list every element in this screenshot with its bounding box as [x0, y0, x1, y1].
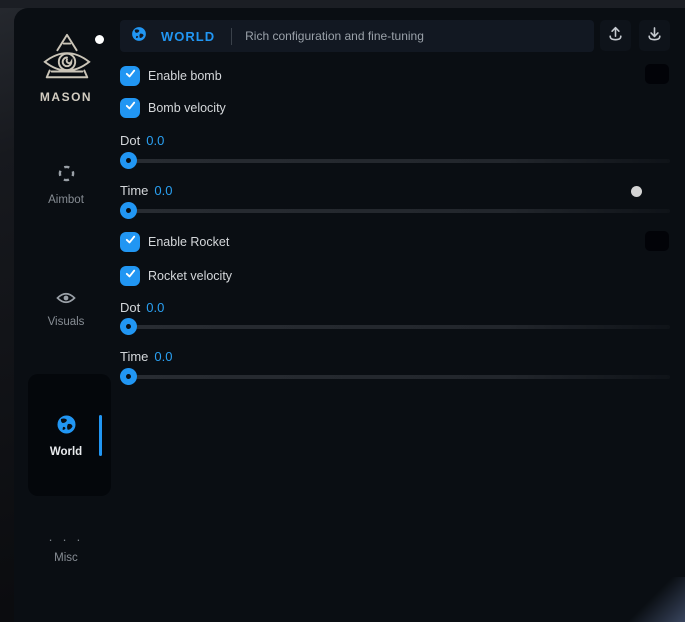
time-slider[interactable] — [120, 209, 670, 213]
mason-logo — [38, 32, 96, 89]
slider-value: 0.0 — [154, 349, 172, 364]
globe-icon — [131, 26, 147, 47]
checkbox-label: Bomb velocity — [148, 98, 226, 118]
menu-cursor-dot — [95, 35, 104, 44]
header-divider — [231, 28, 232, 45]
check-icon — [124, 67, 137, 85]
slider-label: Time 0.0 — [120, 349, 172, 364]
sidebar-item-label: Misc — [54, 552, 78, 564]
corner-glow — [625, 577, 685, 622]
rocket-color-swatch[interactable] — [645, 231, 669, 251]
slider-name: Time — [120, 183, 148, 198]
slider-value: 0.0 — [146, 133, 164, 148]
page-header: WORLD Rich configuration and fine-tuning — [120, 20, 594, 52]
sidebar-item-label: Aimbot — [48, 194, 84, 206]
upload-config-button[interactable] — [600, 20, 631, 51]
checkbox-label: Enable Rocket — [148, 232, 229, 252]
rocket-velocity-checkbox[interactable] — [120, 266, 140, 286]
page-title: WORLD — [161, 29, 215, 44]
download-config-button[interactable] — [639, 20, 670, 51]
upload-icon — [607, 25, 624, 47]
mouse-cursor-dot — [631, 186, 642, 197]
check-icon — [124, 233, 137, 251]
bomb-color-swatch[interactable] — [645, 64, 669, 84]
checkbox-label: Enable bomb — [148, 66, 222, 86]
slider-name: Dot — [120, 133, 140, 148]
page-subtitle: Rich configuration and fine-tuning — [245, 29, 424, 43]
enable-bomb-checkbox[interactable] — [120, 66, 140, 86]
brand-name: MASON — [14, 90, 118, 104]
outer-frame-top — [0, 0, 685, 8]
slider-thumb[interactable] — [120, 202, 137, 219]
globe-icon — [14, 414, 118, 438]
dot-slider[interactable] — [120, 159, 670, 163]
slider-name: Time — [120, 349, 148, 364]
crosshair-icon — [14, 164, 118, 186]
menu-window: MASON Aimbot Visuals — [14, 8, 685, 622]
check-icon — [124, 267, 137, 285]
sidebar-item-visuals[interactable]: Visuals — [14, 291, 118, 328]
enable-rocket-checkbox[interactable] — [120, 232, 140, 252]
slider-label: Time 0.0 — [120, 183, 172, 198]
ellipsis-icon: · · · — [14, 532, 118, 547]
slider-value: 0.0 — [154, 183, 172, 198]
slider-name: Dot — [120, 300, 140, 315]
slider-thumb[interactable] — [120, 318, 137, 335]
slider-label: Dot 0.0 — [120, 133, 164, 148]
download-icon — [646, 25, 663, 47]
slider-thumb[interactable] — [120, 368, 137, 385]
checkbox-label: Rocket velocity — [148, 266, 232, 286]
bomb-velocity-checkbox[interactable] — [120, 98, 140, 118]
eye-icon — [14, 291, 118, 308]
sidebar-item-label: World — [50, 446, 82, 458]
sidebar-item-misc[interactable]: · · · Misc — [14, 532, 118, 564]
slider-thumb[interactable] — [120, 152, 137, 169]
slider-label: Dot 0.0 — [120, 300, 164, 315]
screen: MASON Aimbot Visuals — [0, 0, 685, 622]
sidebar-item-label: Visuals — [48, 316, 85, 328]
sidebar-item-aimbot[interactable]: Aimbot — [14, 164, 118, 206]
dot-slider[interactable] — [120, 325, 670, 329]
time-slider[interactable] — [120, 375, 670, 379]
slider-value: 0.0 — [146, 300, 164, 315]
check-icon — [124, 99, 137, 117]
sidebar-item-world[interactable]: World — [14, 414, 118, 458]
